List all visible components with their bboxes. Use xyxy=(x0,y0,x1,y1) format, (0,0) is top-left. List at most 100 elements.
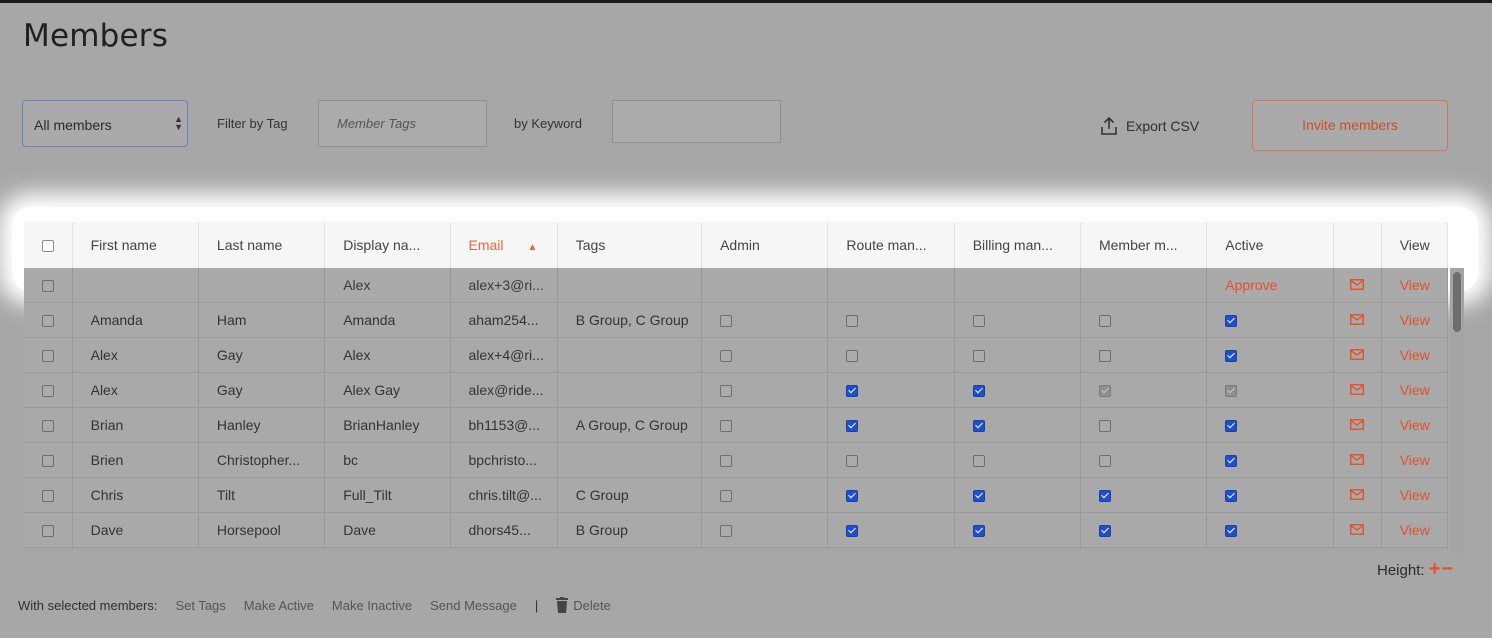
mail-icon[interactable] xyxy=(1350,489,1365,500)
row-select-cell[interactable] xyxy=(24,407,73,443)
row-select-cell[interactable] xyxy=(24,372,73,408)
row-select-checkbox[interactable] xyxy=(41,385,54,398)
route-manager-checkbox[interactable] xyxy=(846,385,859,398)
select-all-checkbox[interactable] xyxy=(41,240,54,253)
active-checkbox[interactable] xyxy=(1225,350,1238,363)
tag-filter-input[interactable]: Member Tags xyxy=(318,100,487,147)
mail-icon[interactable] xyxy=(1350,524,1365,535)
admin-checkbox[interactable] xyxy=(720,350,733,363)
row-select-checkbox[interactable] xyxy=(41,315,54,328)
row-select-checkbox[interactable] xyxy=(41,490,54,503)
view-link[interactable]: View xyxy=(1400,312,1430,328)
view-link[interactable]: View xyxy=(1400,277,1430,293)
row-select-checkbox[interactable] xyxy=(41,525,54,538)
table-scrollbar-thumb[interactable] xyxy=(1453,272,1461,332)
header-view[interactable]: View xyxy=(1381,222,1449,268)
admin-checkbox[interactable] xyxy=(720,315,733,328)
header-route-manager[interactable]: Route man... xyxy=(827,222,955,268)
row-select-checkbox[interactable] xyxy=(41,350,54,363)
mail-icon[interactable] xyxy=(1350,419,1365,430)
billing-manager-checkbox[interactable] xyxy=(972,490,985,503)
view-link[interactable]: View xyxy=(1400,452,1430,468)
row-select-checkbox[interactable] xyxy=(41,280,54,293)
row-select-cell[interactable] xyxy=(24,337,73,373)
member-manager-checkbox[interactable] xyxy=(1098,490,1111,503)
billing-manager-checkbox[interactable] xyxy=(972,350,985,363)
member-manager-checkbox[interactable] xyxy=(1098,350,1111,363)
invite-members-button[interactable]: Invite members xyxy=(1252,100,1448,151)
header-admin[interactable]: Admin xyxy=(701,222,829,268)
view-link[interactable]: View xyxy=(1400,417,1430,433)
billing-manager-checkbox[interactable] xyxy=(972,315,985,328)
send-message-action[interactable]: Send Message xyxy=(430,598,517,613)
table-row[interactable]: Alex Gay Alex Gay alex@ride... View xyxy=(24,372,1449,408)
billing-manager-checkbox[interactable] xyxy=(972,525,985,538)
table-row[interactable]: Alex alex+3@ri... Approve View xyxy=(24,268,1449,303)
row-select-cell[interactable] xyxy=(24,512,73,548)
table-row[interactable]: Brien Christopher... bc bpchristo... View xyxy=(24,442,1449,478)
mail-icon[interactable] xyxy=(1350,314,1365,325)
height-decrease-button[interactable]: − xyxy=(1441,558,1454,580)
table-row[interactable]: Chris Tilt Full_Tilt chris.tilt@... C Group V… xyxy=(24,477,1449,513)
header-email[interactable]: Email ▲ xyxy=(450,222,558,268)
member-manager-checkbox[interactable] xyxy=(1098,420,1111,433)
route-manager-checkbox[interactable] xyxy=(846,420,859,433)
billing-manager-checkbox[interactable] xyxy=(972,420,985,433)
route-manager-checkbox[interactable] xyxy=(846,315,859,328)
mail-icon[interactable] xyxy=(1350,384,1365,395)
row-select-checkbox[interactable] xyxy=(41,455,54,468)
header-member-manager[interactable]: Member m... xyxy=(1080,222,1208,268)
select-all-cell[interactable] xyxy=(24,222,73,268)
route-manager-checkbox[interactable] xyxy=(846,525,859,538)
make-inactive-action[interactable]: Make Inactive xyxy=(332,598,412,613)
table-row[interactable]: Alex Gay Alex alex+4@ri... View xyxy=(24,337,1449,373)
header-active[interactable]: Active xyxy=(1206,222,1334,268)
admin-checkbox[interactable] xyxy=(720,420,733,433)
active-checkbox[interactable] xyxy=(1225,420,1238,433)
member-manager-checkbox[interactable] xyxy=(1098,525,1111,538)
row-select-cell[interactable] xyxy=(24,268,73,303)
active-checkbox[interactable] xyxy=(1225,525,1238,538)
mail-icon[interactable] xyxy=(1350,349,1365,360)
table-row[interactable]: Amanda Ham Amanda aham254... B Group, C Grou… xyxy=(24,302,1449,338)
route-manager-checkbox[interactable] xyxy=(846,455,859,468)
billing-manager-checkbox[interactable] xyxy=(972,385,985,398)
view-link[interactable]: View xyxy=(1400,487,1430,503)
header-last-name[interactable]: Last name xyxy=(198,222,326,268)
approve-link[interactable]: Approve xyxy=(1225,277,1277,293)
header-first-name[interactable]: First name xyxy=(72,222,199,268)
view-link[interactable]: View xyxy=(1400,382,1430,398)
table-row[interactable]: Dave Horsepool Dave dhors45... B Group View xyxy=(24,512,1449,548)
view-link[interactable]: View xyxy=(1400,522,1430,538)
mail-icon[interactable] xyxy=(1350,279,1365,290)
member-filter-select[interactable]: All members ▲ ▼ xyxy=(22,100,188,147)
header-billing-manager[interactable]: Billing man... xyxy=(954,222,1081,268)
route-manager-checkbox[interactable] xyxy=(846,490,859,503)
admin-checkbox[interactable] xyxy=(720,525,733,538)
header-display-name[interactable]: Display na... xyxy=(324,222,451,268)
row-select-cell[interactable] xyxy=(24,477,73,513)
row-select-cell[interactable] xyxy=(24,442,73,478)
delete-action[interactable]: Delete xyxy=(556,597,611,613)
export-csv-button[interactable]: Export CSV xyxy=(1100,116,1199,136)
keyword-input[interactable] xyxy=(612,100,781,143)
table-row[interactable]: Brian Hanley BrianHanley bh1153@... A Group,… xyxy=(24,407,1449,443)
height-increase-button[interactable]: + xyxy=(1429,558,1442,580)
admin-checkbox[interactable] xyxy=(720,385,733,398)
member-manager-checkbox[interactable] xyxy=(1098,455,1111,468)
route-manager-checkbox[interactable] xyxy=(846,350,859,363)
make-active-action[interactable]: Make Active xyxy=(244,598,314,613)
mail-icon[interactable] xyxy=(1350,454,1365,465)
active-checkbox[interactable] xyxy=(1225,490,1238,503)
member-manager-checkbox[interactable] xyxy=(1098,315,1111,328)
billing-manager-checkbox[interactable] xyxy=(972,455,985,468)
header-tags[interactable]: Tags xyxy=(557,222,703,268)
active-checkbox[interactable] xyxy=(1225,315,1238,328)
admin-checkbox[interactable] xyxy=(720,455,733,468)
row-select-checkbox[interactable] xyxy=(41,420,54,433)
row-select-cell[interactable] xyxy=(24,302,73,338)
admin-checkbox[interactable] xyxy=(720,490,733,503)
active-checkbox[interactable] xyxy=(1225,455,1238,468)
view-link[interactable]: View xyxy=(1400,347,1430,363)
set-tags-action[interactable]: Set Tags xyxy=(175,598,225,613)
